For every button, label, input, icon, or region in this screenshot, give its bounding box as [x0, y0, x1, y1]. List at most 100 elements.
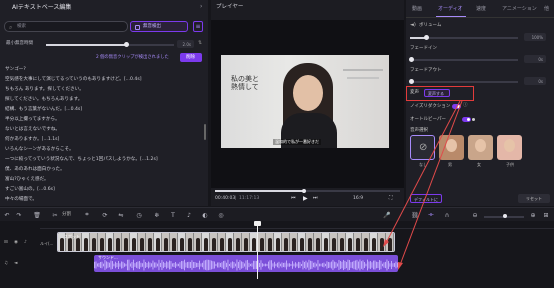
voice-option[interactable] [439, 135, 464, 160]
wave-bar [221, 262, 223, 268]
wave-bar [139, 260, 140, 270]
transcript-line[interactable]: 空気感を大事にして演じてるっていうのもありますけど。[...0.4s] [5, 75, 201, 85]
wave-bar [280, 263, 281, 267]
clip-thumbnail [258, 233, 266, 251]
fadeout-slider-knob[interactable] [409, 79, 414, 84]
scrollbar[interactable] [204, 124, 206, 140]
voice-option[interactable] [468, 135, 493, 160]
rotate-icon[interactable]: ⟳ [100, 210, 110, 220]
transcript-line[interactable]: サンゴー? [5, 65, 201, 75]
clip-thumbnail [338, 233, 346, 251]
transcript-line[interactable]: ちもろん あります。探してください。 [5, 85, 201, 95]
detect-silence-button[interactable]: 無音検出 [130, 21, 188, 32]
wave-bar [146, 262, 148, 268]
reset-button[interactable]: リセット [518, 194, 550, 203]
voice-option[interactable] [497, 135, 522, 160]
next-icon[interactable]: ⏭ [313, 196, 318, 201]
fit-icon[interactable]: ⊞ [541, 210, 551, 220]
voice-option[interactable]: ⊘ [410, 135, 435, 160]
delete-button[interactable]: 削除 [180, 53, 202, 62]
redo-icon[interactable]: ↷ [14, 210, 24, 220]
mic-icon[interactable]: 🎤 [382, 210, 392, 220]
prev-icon[interactable]: ⏮ [291, 196, 296, 201]
text-icon[interactable]: T [168, 210, 178, 220]
tab-3[interactable]: アニメーション [502, 7, 537, 12]
search-icon: ⌕ [9, 24, 13, 31]
fadeout-slider[interactable] [410, 81, 518, 83]
thumbnail-figure [164, 238, 168, 251]
audio-clip[interactable]: サウンド... [94, 255, 398, 272]
autosurfer-toggle[interactable] [462, 117, 471, 122]
silence-slider-knob[interactable] [124, 42, 129, 47]
mirror-icon[interactable]: ⇋ [116, 210, 126, 220]
thumbnail-figure [356, 238, 360, 251]
audio-mute-icon[interactable]: ◄ [14, 261, 17, 267]
mask-icon[interactable]: ◎ [216, 210, 226, 220]
color-icon[interactable]: ◐ [200, 210, 210, 220]
playhead-handle[interactable] [254, 221, 261, 226]
magnet-icon[interactable]: ∩ [442, 210, 452, 220]
snap-icon[interactable]: ⟛ [426, 210, 436, 220]
freeze-icon[interactable]: ❄ [152, 210, 162, 220]
tab-0[interactable]: 動画 [412, 7, 422, 12]
fadein-slider[interactable] [410, 59, 518, 61]
silence-value[interactable]: 2.0s [177, 40, 194, 48]
track-lock-icon[interactable]: ⊟ [4, 240, 8, 246]
playhead[interactable] [257, 221, 258, 279]
video-frame[interactable]: 私の美と熱情して 温和的で私が一番好きだ [211, 20, 404, 188]
wave-bar [272, 263, 274, 267]
fullscreen-icon[interactable]: ⛶ [389, 196, 393, 201]
transcript-line[interactable]: 半分以上撮ってますから。 [5, 115, 201, 125]
fadeout-value[interactable]: 0s [524, 77, 546, 85]
fadein-value[interactable]: 0s [524, 55, 546, 63]
transcript-line[interactable]: 結構、もう言葉がないんだ。[...0.4s] [5, 105, 201, 115]
undo-icon[interactable]: ↶ [2, 210, 12, 220]
track-eye-icon[interactable]: ◉ [14, 240, 18, 246]
transcript-line[interactable]: 中々の場面で。 [5, 195, 201, 205]
play-icon[interactable]: ▶ [303, 195, 308, 202]
clip-thumbnail [322, 233, 330, 251]
crop-icon[interactable]: ⌗ [82, 210, 92, 220]
noise-toggle[interactable] [452, 104, 461, 109]
apply-default-button[interactable]: デフォルトに [410, 194, 442, 203]
track-audio-icon[interactable]: ♪ [24, 240, 27, 246]
volume-slider-knob[interactable] [423, 35, 429, 40]
transcript-line[interactable]: いろんなシーンがあるからこそ。 [5, 145, 201, 155]
audio-track-icon[interactable]: ♫ [4, 261, 8, 267]
tab-1[interactable]: オーディオ [438, 7, 463, 12]
volume-value[interactable]: 100% [524, 33, 546, 41]
wave-bar [355, 260, 356, 270]
audio-icon[interactable]: ♪ [184, 210, 194, 220]
thumbnail-figure [260, 238, 264, 251]
voice-change-button[interactable]: 変声する [424, 89, 450, 97]
transcript-line[interactable]: 探してください。もちろんあります。 [5, 95, 201, 105]
zoom-out-icon[interactable]: ⊖ [470, 210, 480, 220]
split-icon[interactable]: ✂ [50, 210, 60, 220]
tab-2[interactable]: 速度 [476, 7, 486, 12]
wave-bar [385, 261, 386, 269]
zoom-slider-knob[interactable] [503, 214, 507, 218]
tab-4[interactable]: 他 [544, 7, 549, 12]
thumbnail-figure [196, 238, 200, 251]
transcript-line[interactable]: ないとは言えないですね。 [5, 125, 201, 135]
link-icon[interactable]: ⛓ [410, 210, 420, 220]
delete-icon[interactable]: 🗑 [32, 210, 42, 220]
transcript-line[interactable]: 何かありますか。[...1.1s] [5, 135, 201, 145]
fadein-slider-knob[interactable] [409, 57, 414, 62]
silence-slider-fill [46, 44, 126, 46]
settings-icon[interactable]: ≡ [193, 21, 203, 32]
transcript-line[interactable]: 一つに絞ってっていう状況なんで、ちょっと1回パスしようかな。[...1.2s] [5, 155, 201, 165]
speed-icon[interactable]: ◷ [134, 210, 144, 220]
transcript-line[interactable]: 富山?ひゃくえ感だ。 [5, 175, 201, 185]
aspect-ratio[interactable]: 16:9 [353, 196, 363, 202]
transcript-line[interactable]: 僕、あのあれは面白かった。 [5, 165, 201, 175]
collapse-icon[interactable]: › [200, 4, 202, 10]
search-input[interactable]: ⌕ 検索 [4, 21, 128, 32]
wave-bar [293, 263, 295, 267]
player-progress-knob[interactable] [301, 188, 306, 193]
transcript-line[interactable]: すごい富山の。[...0.6s] [5, 185, 201, 195]
zoom-in-icon[interactable]: ⊕ [528, 210, 538, 220]
split-label[interactable]: 分割 [62, 212, 71, 218]
thumbnail-figure [268, 238, 272, 251]
video-clip[interactable]: スポット [57, 232, 395, 252]
